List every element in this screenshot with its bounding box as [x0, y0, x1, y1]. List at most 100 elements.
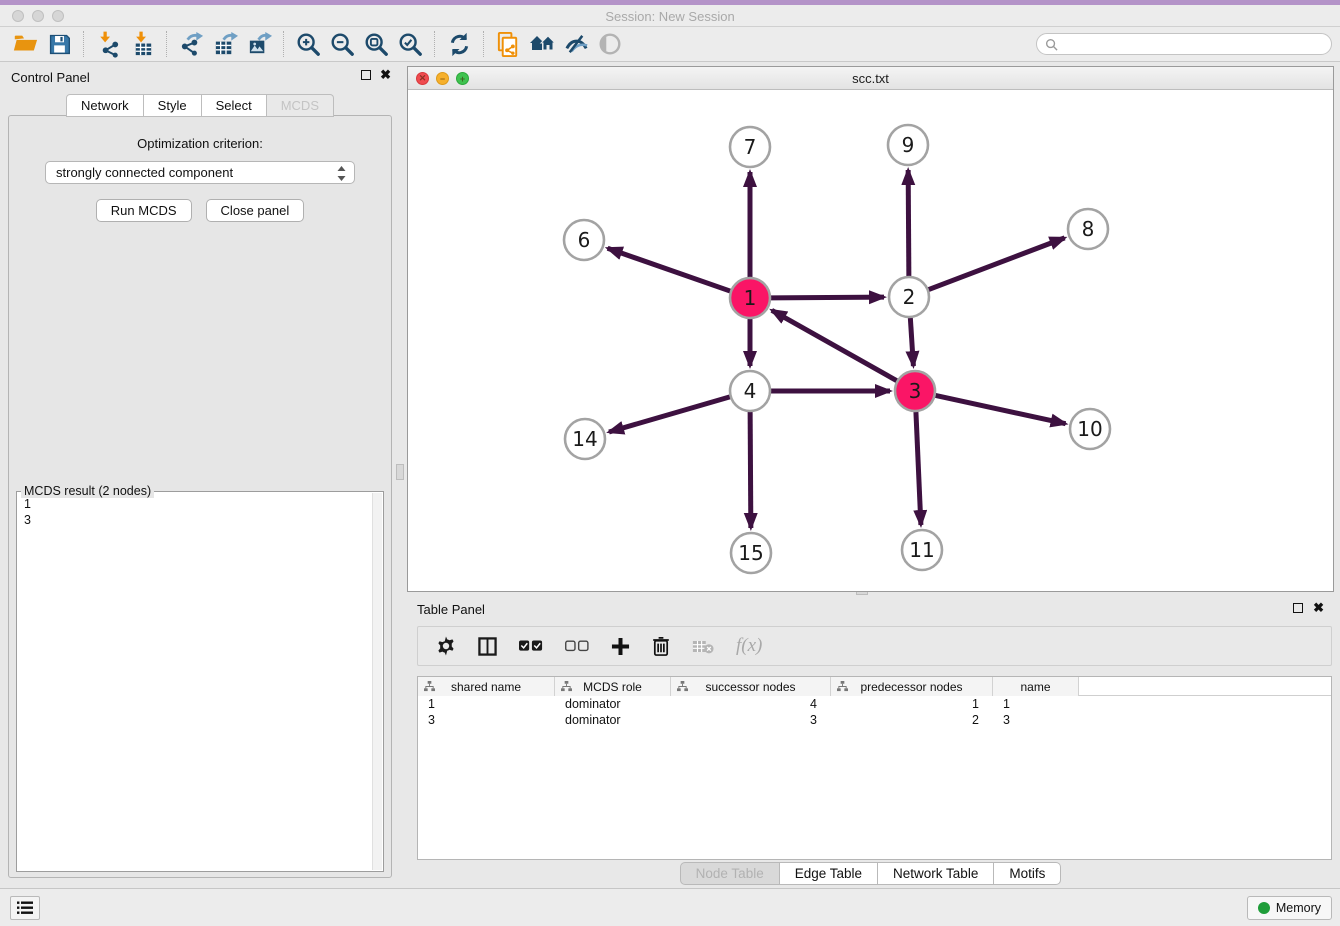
close-table-panel-icon[interactable]: ✖: [1313, 603, 1324, 613]
tab-network[interactable]: Network: [66, 94, 144, 117]
search-icon: [1045, 38, 1058, 51]
show-all-columns-button[interactable]: [519, 640, 543, 652]
tab-style[interactable]: Style: [144, 94, 202, 117]
toolbar-separator: [83, 31, 84, 57]
tab-network-table[interactable]: Network Table: [878, 862, 994, 885]
float-panel-icon[interactable]: [361, 70, 371, 80]
graph-node-14[interactable]: 14: [565, 419, 605, 459]
run-mcds-button[interactable]: Run MCDS: [96, 199, 192, 222]
tab-motifs[interactable]: Motifs: [994, 862, 1061, 885]
table-row[interactable]: 1dominator411: [418, 696, 1331, 712]
cell-MCDS-role[interactable]: dominator: [555, 712, 671, 728]
graph-node-7[interactable]: 7: [730, 127, 770, 167]
tab-node-table[interactable]: Node Table: [680, 862, 780, 885]
control-panel: Control Panel ✖ NetworkStyleSelectMCDS O…: [3, 66, 397, 882]
close-panel-icon[interactable]: ✖: [380, 70, 391, 80]
cell-shared-name[interactable]: 1: [418, 696, 555, 712]
graph-node-1[interactable]: 1: [730, 278, 770, 318]
import-table-button[interactable]: [125, 29, 159, 59]
criterion-select[interactable]: strongly connected component: [45, 161, 355, 184]
table-toolbar: f(x): [417, 626, 1332, 666]
style-preview-button[interactable]: [559, 29, 593, 59]
import-network-button[interactable]: [91, 29, 125, 59]
graph-node-4[interactable]: 4: [730, 371, 770, 411]
graph-node-3[interactable]: 3: [895, 371, 935, 411]
cell-successor-nodes[interactable]: 3: [671, 712, 831, 728]
edge-1-2[interactable]: [771, 297, 884, 298]
graph-node-11[interactable]: 11: [902, 530, 942, 570]
result-scrollbar[interactable]: [372, 493, 382, 870]
birds-eye-view-button[interactable]: [593, 29, 627, 59]
search-input[interactable]: [1063, 37, 1323, 51]
table-settings-button[interactable]: [436, 636, 456, 656]
delete-table-icon: [692, 639, 714, 654]
memory-button[interactable]: Memory: [1247, 896, 1332, 920]
tab-select[interactable]: Select: [202, 94, 267, 117]
edge-4-14[interactable]: [609, 397, 730, 432]
cell-MCDS-role[interactable]: dominator: [555, 696, 671, 712]
zoom-out-button[interactable]: [325, 29, 359, 59]
main-area: Control Panel ✖ NetworkStyleSelectMCDS O…: [0, 62, 1340, 888]
node-table[interactable]: shared nameMCDS rolesuccessor nodesprede…: [417, 676, 1332, 860]
table-mode-button[interactable]: [478, 637, 497, 656]
open-folder-icon: [12, 31, 38, 57]
apply-layout-button[interactable]: [442, 29, 476, 59]
delete-table-button[interactable]: [692, 639, 714, 654]
cell-successor-nodes[interactable]: 4: [671, 696, 831, 712]
edge-3-1[interactable]: [772, 310, 897, 380]
edge-2-8[interactable]: [929, 238, 1065, 290]
edge-3-11[interactable]: [916, 412, 921, 525]
tab-edge-table[interactable]: Edge Table: [780, 862, 878, 885]
graph-node-8[interactable]: 8: [1068, 209, 1108, 249]
graph-node-2[interactable]: 2: [889, 277, 929, 317]
zoom-fit-button[interactable]: [359, 29, 393, 59]
edge-3-10[interactable]: [936, 395, 1066, 423]
control-panel-title: Control Panel: [11, 70, 90, 85]
edge-1-6[interactable]: [608, 248, 731, 291]
close-panel-button[interactable]: Close panel: [206, 199, 305, 222]
tab-mcds[interactable]: MCDS: [267, 94, 334, 117]
cell-shared-name[interactable]: 3: [418, 712, 555, 728]
search-box[interactable]: [1036, 33, 1332, 55]
task-history-button[interactable]: [10, 896, 40, 920]
export-image-button[interactable]: [242, 29, 276, 59]
checked-boxes-icon: [519, 640, 543, 652]
unchecked-boxes-icon: [565, 640, 589, 652]
delete-column-button[interactable]: [652, 636, 670, 656]
cell-predecessor-nodes[interactable]: 1: [831, 696, 993, 712]
graph-node-10[interactable]: 10: [1070, 409, 1110, 449]
float-table-panel-icon[interactable]: [1293, 603, 1303, 613]
save-session-button[interactable]: [42, 29, 76, 59]
export-image-icon: [246, 31, 273, 58]
column-header-name[interactable]: name: [993, 677, 1079, 696]
hide-all-columns-button[interactable]: [565, 640, 589, 652]
edge-2-3[interactable]: [910, 318, 913, 366]
zoom-in-button[interactable]: [291, 29, 325, 59]
function-builder-button[interactable]: f(x): [736, 635, 762, 657]
cell-name[interactable]: 1: [993, 696, 1079, 712]
duplicate-network-button[interactable]: [491, 29, 525, 59]
column-header-MCDS-role[interactable]: MCDS role: [555, 677, 671, 696]
edge-2-9[interactable]: [908, 170, 909, 276]
graph-node-15[interactable]: 15: [731, 533, 771, 573]
table-row[interactable]: 3dominator323: [418, 712, 1331, 728]
vertical-splitter-handle[interactable]: [396, 464, 404, 480]
cell-name[interactable]: 3: [993, 712, 1079, 728]
cell-predecessor-nodes[interactable]: 2: [831, 712, 993, 728]
open-session-button[interactable]: [8, 29, 42, 59]
network-graph[interactable]: 7 9 6 8 1 2 4 3 14 10 15 11: [408, 90, 1333, 591]
create-column-button[interactable]: [611, 637, 630, 656]
zoom-selected-button[interactable]: [393, 29, 427, 59]
graph-node-9[interactable]: 9: [888, 125, 928, 165]
home-view-button[interactable]: [525, 29, 559, 59]
export-network-button[interactable]: [174, 29, 208, 59]
network-canvas[interactable]: 7 9 6 8 1 2 4 3 14 10 15 11: [408, 90, 1333, 591]
column-header-shared-name[interactable]: shared name: [418, 677, 555, 696]
graph-node-6[interactable]: 6: [564, 220, 604, 260]
column-header-predecessor-nodes[interactable]: predecessor nodes: [831, 677, 993, 696]
column-header-successor-nodes[interactable]: successor nodes: [671, 677, 831, 696]
network-window-titlebar[interactable]: ✕ − + scc.txt: [408, 67, 1333, 90]
mcds-result-text[interactable]: 1 3: [19, 496, 371, 869]
export-table-button[interactable]: [208, 29, 242, 59]
edge-4-15[interactable]: [750, 412, 751, 528]
